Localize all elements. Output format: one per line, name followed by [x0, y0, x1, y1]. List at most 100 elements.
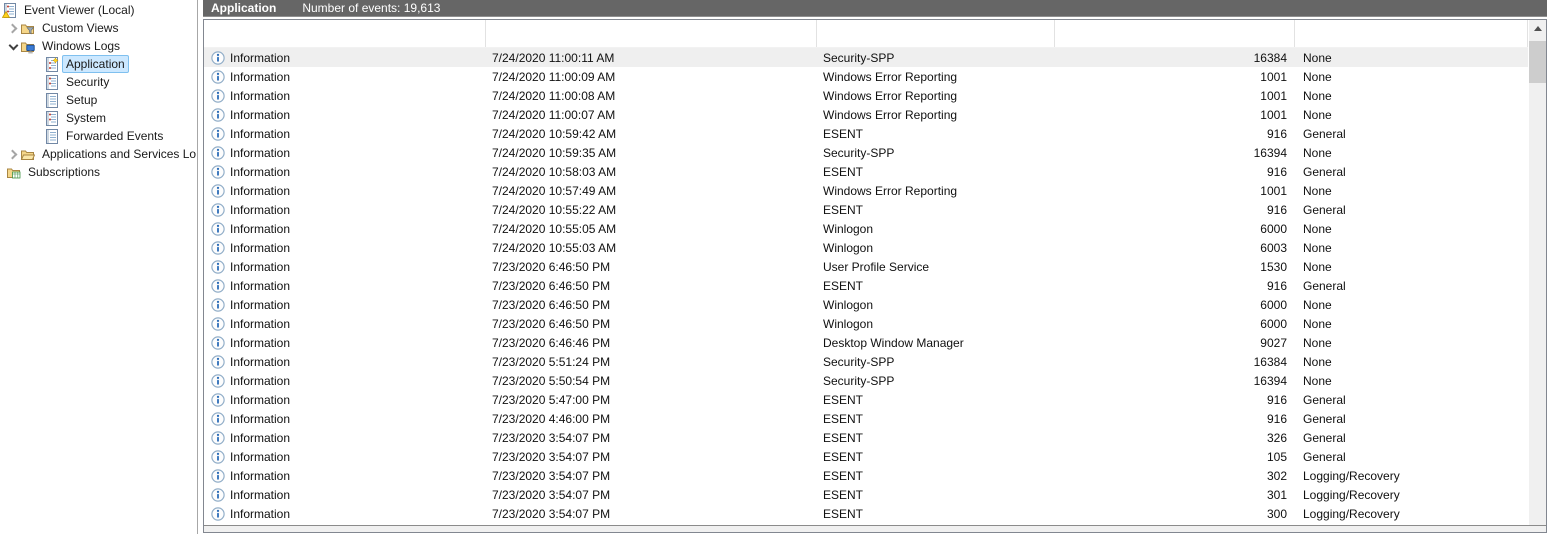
row-datetime: 7/23/2020 6:46:50 PM: [492, 316, 611, 331]
table-row[interactable]: Information 7/23/2020 3:54:07 PM ESENT 3…: [204, 504, 1528, 523]
sidebar-item-windows-logs[interactable]: Windows Logs: [0, 37, 197, 55]
row-task-category: None: [1303, 297, 1332, 312]
info-icon: [211, 259, 225, 274]
table-row[interactable]: Information 7/23/2020 4:46:00 PM ESENT 9…: [204, 409, 1528, 428]
row-event-id: 6000: [1260, 316, 1287, 331]
table-row[interactable]: Information 7/24/2020 10:55:22 AM ESENT …: [204, 200, 1528, 219]
column-header-event-id[interactable]: [1055, 20, 1295, 47]
sidebar-item-event-viewer-root[interactable]: Event Viewer (Local): [0, 1, 197, 19]
row-datetime: 7/24/2020 10:57:49 AM: [492, 183, 617, 198]
row-source: ESENT: [823, 202, 864, 217]
sidebar-item-subscriptions[interactable]: Subscriptions: [0, 163, 197, 181]
row-source: ESENT: [823, 487, 864, 502]
row-event-id: 16384: [1253, 354, 1287, 369]
vertical-scrollbar[interactable]: [1529, 20, 1546, 525]
table-row[interactable]: Information 7/23/2020 6:46:50 PM ESENT 9…: [204, 276, 1528, 295]
row-datetime: 7/24/2020 11:00:07 AM: [492, 107, 616, 122]
info-icon: [211, 506, 225, 521]
table-row[interactable]: Information 7/24/2020 11:00:08 AM Window…: [204, 86, 1528, 105]
log-plain-icon: [44, 128, 59, 144]
info-icon: [211, 373, 225, 388]
table-row[interactable]: Information 7/23/2020 6:46:50 PM Winlogo…: [204, 295, 1528, 314]
table-row[interactable]: Information 7/24/2020 10:59:35 AM Securi…: [204, 143, 1528, 162]
row-level-label: Information: [230, 259, 291, 274]
row-level-label: Information: [230, 468, 291, 483]
tree-items: Event Viewer (Local) Custom Views Window…: [0, 1, 197, 181]
sidebar-item-applications-services[interactable]: Applications and Services Lo: [0, 145, 197, 163]
row-source: Winlogon: [823, 221, 874, 236]
table-row[interactable]: Information 7/23/2020 6:46:46 PM Desktop…: [204, 333, 1528, 352]
row-event-id: 916: [1266, 202, 1287, 217]
table-row[interactable]: Information 7/24/2020 10:58:03 AM ESENT …: [204, 162, 1528, 181]
table-row[interactable]: Information 7/23/2020 3:54:07 PM ESENT 3…: [204, 466, 1528, 485]
info-icon: [211, 449, 225, 464]
log-application-icon: [44, 56, 59, 72]
row-task-category: None: [1303, 145, 1332, 160]
column-header-level[interactable]: [204, 20, 486, 47]
table-row[interactable]: Information 7/23/2020 6:46:50 PM User Pr…: [204, 257, 1528, 276]
table-row[interactable]: Information 7/23/2020 5:50:54 PM Securit…: [204, 371, 1528, 390]
table-row[interactable]: Information 7/23/2020 5:47:00 PM ESENT 9…: [204, 390, 1528, 409]
event-viewer-icon: [2, 2, 17, 18]
row-level-label: Information: [230, 411, 291, 426]
row-event-id: 916: [1266, 392, 1287, 407]
row-datetime: 7/23/2020 6:46:50 PM: [492, 259, 611, 274]
column-header-row: [204, 20, 1546, 47]
row-task-category: None: [1303, 373, 1332, 388]
column-header-datetime[interactable]: [486, 20, 817, 47]
sidebar-item-custom-views[interactable]: Custom Views: [0, 19, 197, 37]
row-source: Winlogon: [823, 240, 874, 255]
row-event-id: 301: [1266, 487, 1287, 502]
sidebar-item-system[interactable]: System: [0, 109, 197, 127]
table-row[interactable]: Information 7/23/2020 3:54:07 PM ESENT 1…: [204, 447, 1528, 466]
column-header-source[interactable]: [817, 20, 1055, 47]
scroll-up-button[interactable]: [1529, 20, 1546, 37]
row-level-label: Information: [230, 316, 291, 331]
table-row[interactable]: Information 7/24/2020 11:00:11 AM Securi…: [204, 48, 1528, 67]
table-row[interactable]: Information 7/23/2020 6:46:50 PM Winlogo…: [204, 314, 1528, 333]
scrollbar-thumb[interactable]: [1529, 41, 1546, 83]
row-task-category: None: [1303, 183, 1332, 198]
chevron-icon[interactable]: [6, 21, 20, 35]
row-level-label: Information: [230, 164, 291, 179]
row-task-category: General: [1303, 449, 1346, 464]
table-row[interactable]: Information 7/24/2020 10:55:03 AM Winlog…: [204, 238, 1528, 257]
horizontal-scrollbar[interactable]: [204, 525, 1546, 532]
info-icon: [211, 411, 225, 426]
sidebar-item-security[interactable]: Security: [0, 73, 197, 91]
row-event-id: 300: [1266, 506, 1287, 521]
info-icon: [211, 297, 225, 312]
row-datetime: 7/24/2020 10:55:03 AM: [492, 240, 617, 255]
info-icon: [211, 354, 225, 369]
table-row[interactable]: Information 7/23/2020 5:51:24 PM Securit…: [204, 352, 1528, 371]
row-source: User Profile Service: [823, 259, 930, 274]
row-datetime: 7/24/2020 11:00:11 AM: [492, 50, 615, 65]
table-row[interactable]: Information 7/24/2020 11:00:09 AM Window…: [204, 67, 1528, 86]
row-source: ESENT: [823, 506, 864, 521]
info-icon: [211, 126, 225, 141]
table-row[interactable]: Information 7/24/2020 10:59:42 AM ESENT …: [204, 124, 1528, 143]
sidebar-item-setup[interactable]: Setup: [0, 91, 197, 109]
row-level-label: Information: [230, 506, 291, 521]
row-level-label: Information: [230, 373, 291, 388]
event-list: Information 7/24/2020 11:00:11 AM Securi…: [203, 19, 1547, 533]
table-row[interactable]: Information 7/24/2020 10:55:05 AM Winlog…: [204, 219, 1528, 238]
row-datetime: 7/23/2020 5:50:54 PM: [492, 373, 611, 388]
row-event-id: 916: [1266, 164, 1287, 179]
column-header-task-category[interactable]: [1295, 20, 1528, 47]
row-datetime: 7/24/2020 10:58:03 AM: [492, 164, 617, 179]
row-datetime: 7/23/2020 5:47:00 PM: [492, 392, 611, 407]
chevron-icon[interactable]: [6, 147, 20, 161]
row-level-label: Information: [230, 392, 291, 407]
chevron-icon[interactable]: [6, 39, 20, 53]
row-source: ESENT: [823, 164, 864, 179]
table-row[interactable]: Information 7/24/2020 10:57:49 AM Window…: [204, 181, 1528, 200]
table-row[interactable]: Information 7/23/2020 3:54:07 PM ESENT 3…: [204, 485, 1528, 504]
row-task-category: Logging/Recovery: [1303, 487, 1400, 502]
sidebar-item-application[interactable]: Application: [0, 55, 197, 73]
table-row[interactable]: Information 7/24/2020 11:00:07 AM Window…: [204, 105, 1528, 124]
row-level-label: Information: [230, 69, 291, 84]
sidebar-item-forwarded-events[interactable]: Forwarded Events: [0, 127, 197, 145]
table-row[interactable]: Information 7/23/2020 3:54:07 PM ESENT 3…: [204, 428, 1528, 447]
row-event-id: 302: [1266, 468, 1287, 483]
